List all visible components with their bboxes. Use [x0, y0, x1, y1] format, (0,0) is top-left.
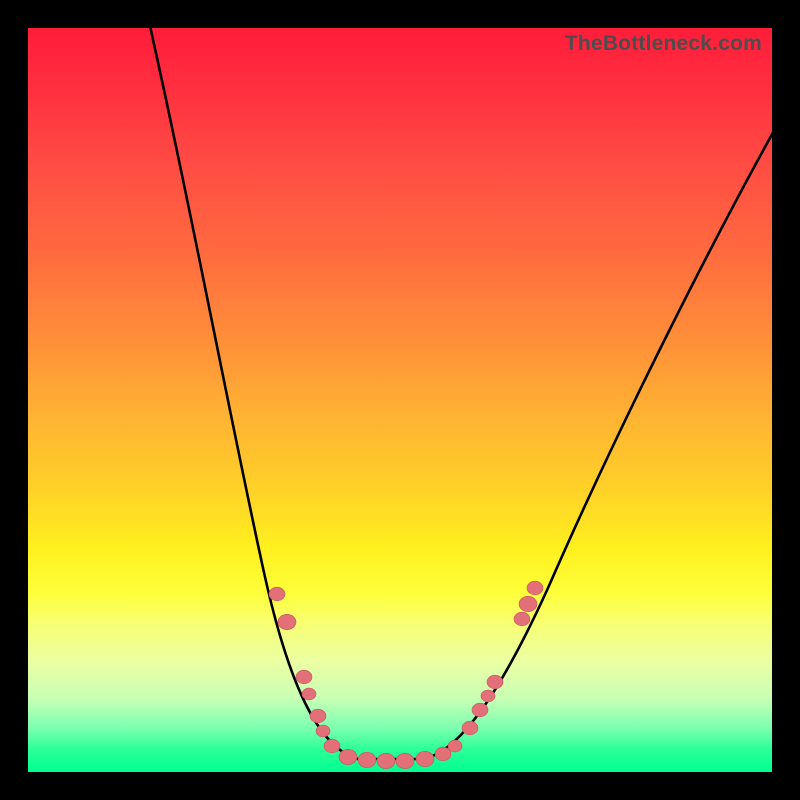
- data-dot: [278, 614, 296, 629]
- data-dot: [519, 596, 537, 611]
- data-dot: [396, 753, 414, 768]
- data-dot: [514, 612, 530, 626]
- data-dot: [481, 690, 495, 702]
- plot-area: TheBottleneck.com: [28, 28, 772, 772]
- data-dot: [416, 751, 434, 766]
- data-dot: [487, 675, 503, 689]
- data-dot: [296, 670, 312, 684]
- data-dots: [269, 581, 543, 768]
- data-dot: [339, 749, 357, 764]
- data-dot: [377, 753, 395, 768]
- bottleneck-curve: [146, 28, 772, 759]
- data-dot: [358, 752, 376, 767]
- data-dot: [435, 747, 451, 761]
- data-dot: [269, 587, 285, 601]
- data-dot: [316, 725, 330, 737]
- chart-overlay: [28, 28, 772, 772]
- data-dot: [310, 709, 326, 723]
- data-dot: [302, 688, 316, 700]
- data-dot: [448, 740, 462, 752]
- data-dot: [472, 703, 488, 717]
- outer-frame: TheBottleneck.com: [0, 0, 800, 800]
- data-dot: [527, 581, 543, 595]
- watermark-text: TheBottleneck.com: [565, 32, 762, 56]
- data-dot: [462, 721, 478, 735]
- data-dot: [324, 739, 340, 753]
